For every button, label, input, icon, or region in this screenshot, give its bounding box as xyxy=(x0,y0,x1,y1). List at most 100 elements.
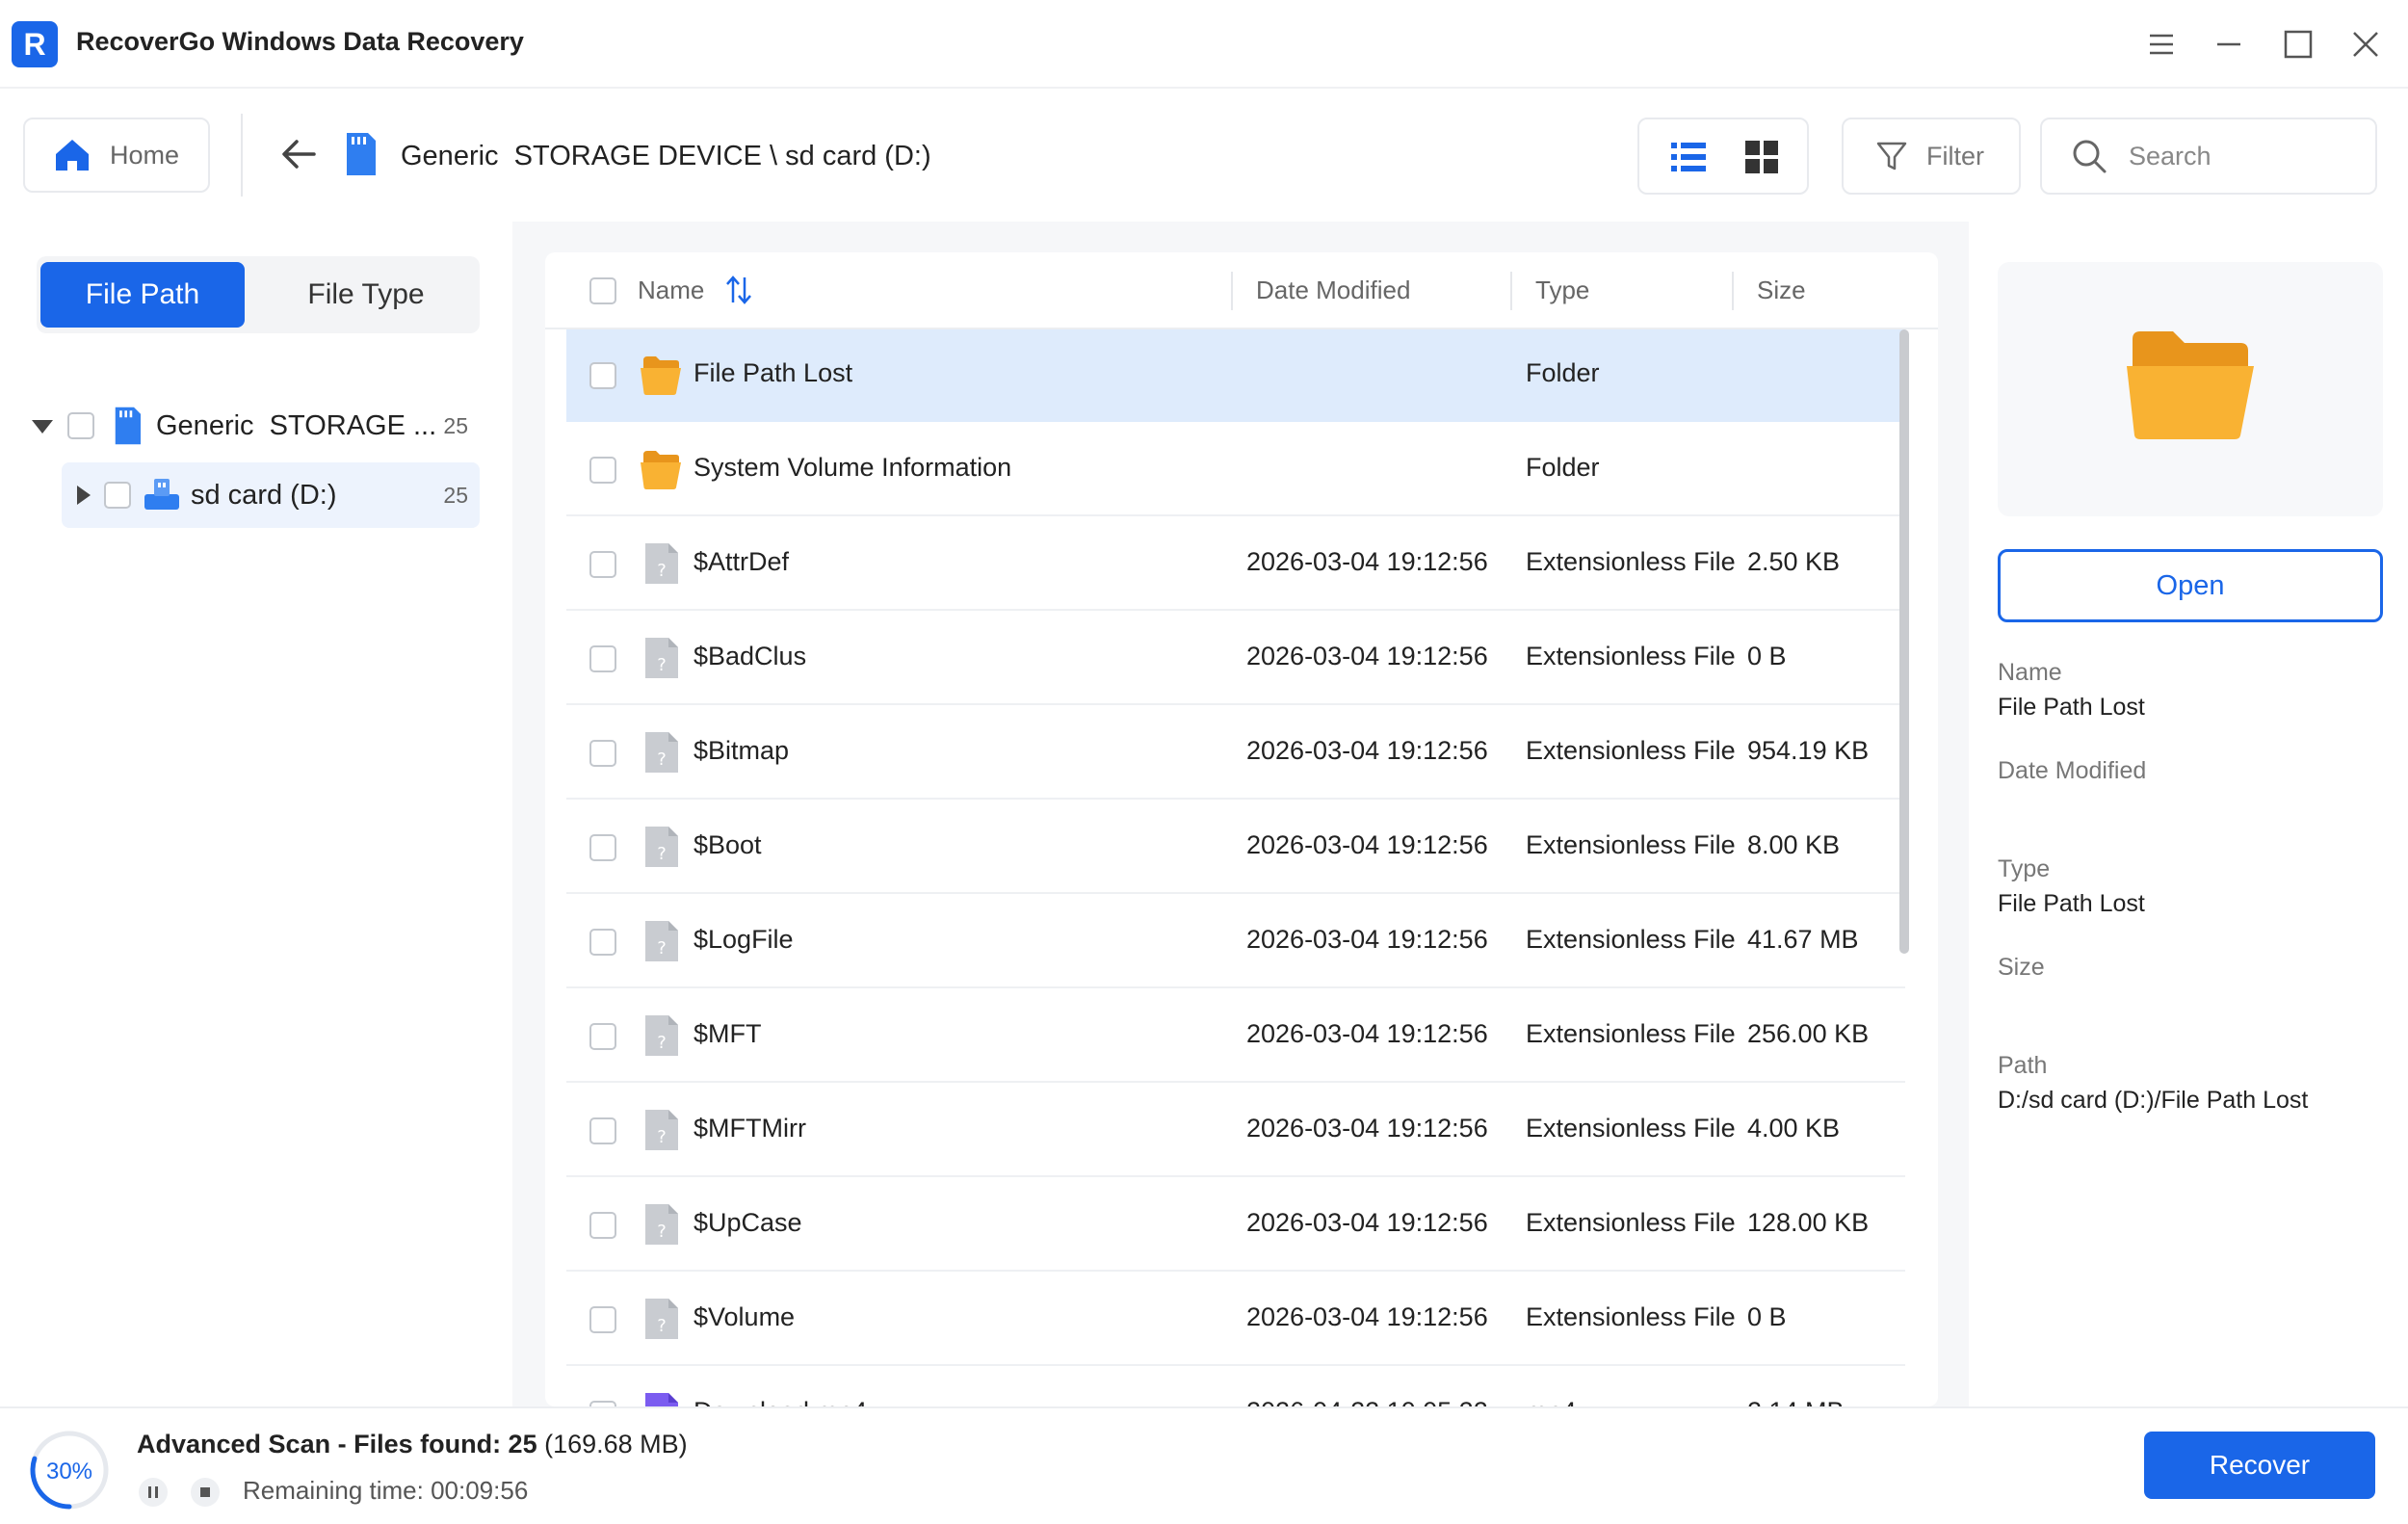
table-row[interactable]: Download.mp4 2026-04-22 10:05:22 mp4 2.14 M… xyxy=(566,1368,1905,1406)
preview-date-label: Date Modified xyxy=(1998,757,2147,784)
table-row[interactable]: System Volume Information Folder xyxy=(566,424,1905,516)
column-header-size[interactable]: Size xyxy=(1757,276,1806,305)
filter-icon xyxy=(1876,142,1907,171)
back-arrow-icon[interactable] xyxy=(275,131,322,177)
cell-size: 4.00 KB xyxy=(1747,1114,1841,1143)
maximize-icon[interactable] xyxy=(2275,21,2321,67)
remaining-time: Remaining time: 00:09:56 xyxy=(243,1476,529,1505)
cell-type: Folder xyxy=(1526,358,1600,387)
cell-date: 2026-03-04 19:12:56 xyxy=(1246,1019,1488,1048)
view-tabs: File Path File Type xyxy=(37,256,480,333)
sd-card-icon xyxy=(347,133,376,175)
home-label: Home xyxy=(110,140,180,170)
unknown-file-icon: ? xyxy=(645,543,678,584)
filter-button[interactable]: Filter xyxy=(1842,118,2021,195)
caret-down-icon[interactable] xyxy=(29,412,56,439)
tree-item-label: Generic STORAGE ... xyxy=(156,409,437,441)
preview-name-value: File Path Lost xyxy=(1998,694,2145,721)
row-checkbox[interactable] xyxy=(589,362,616,389)
table-row[interactable]: ? $LogFile 2026-03-04 19:12:56 Extensionles… xyxy=(566,896,1905,988)
table-row[interactable]: ? $AttrDef 2026-03-04 19:12:56 Extensionles… xyxy=(566,518,1905,611)
sd-card-icon xyxy=(115,407,141,445)
files-size: (169.68 MB) xyxy=(537,1430,688,1458)
caret-right-icon[interactable] xyxy=(71,482,94,509)
scan-mode: Advanced Scan - xyxy=(137,1430,354,1458)
cell-type: Extensionless File xyxy=(1526,736,1736,765)
list-view-icon[interactable] xyxy=(1668,137,1709,177)
cell-type: mp4 xyxy=(1526,1397,1577,1406)
preview-path-label: Path xyxy=(1998,1052,2048,1079)
open-button[interactable]: Open xyxy=(1998,549,2383,622)
svg-text:?: ? xyxy=(657,1222,667,1242)
tree-item-sd-card[interactable]: sd card (D:) 25 xyxy=(62,462,480,528)
tab-file-type[interactable]: File Type xyxy=(264,262,468,328)
row-checkbox[interactable] xyxy=(589,457,616,484)
search-input[interactable] xyxy=(2129,141,2360,171)
table-row[interactable]: ? $UpCase 2026-03-04 19:12:56 Extensionless… xyxy=(566,1179,1905,1272)
row-checkbox[interactable] xyxy=(589,1212,616,1239)
pause-icon xyxy=(148,1486,158,1498)
tree-checkbox[interactable] xyxy=(104,482,131,509)
cell-date: 2026-03-04 19:12:56 xyxy=(1246,925,1488,954)
folder-icon xyxy=(641,356,681,395)
tree-item-device[interactable]: Generic STORAGE ... 25 xyxy=(27,393,480,459)
scan-progress-ring: 30% xyxy=(30,1431,109,1510)
sort-icon[interactable] xyxy=(724,274,753,306)
cell-size: 8.00 KB xyxy=(1747,830,1841,859)
view-toggle xyxy=(1637,118,1809,195)
cell-size: 2.50 KB xyxy=(1747,547,1841,576)
row-checkbox[interactable] xyxy=(589,834,616,861)
tab-file-path[interactable]: File Path xyxy=(40,262,245,328)
cell-name: $Bitmap xyxy=(694,736,790,765)
cell-date: 2026-03-04 19:12:56 xyxy=(1246,736,1488,765)
preview-type-value: File Path Lost xyxy=(1998,890,2145,917)
table-row[interactable]: ? $Boot 2026-03-04 19:12:56 Extensionless F… xyxy=(566,801,1905,894)
unknown-file-icon: ? xyxy=(645,921,678,961)
recover-button[interactable]: Recover xyxy=(2144,1432,2375,1499)
preview-size-label: Size xyxy=(1998,954,2045,981)
row-checkbox[interactable] xyxy=(589,551,616,578)
cell-name: System Volume Information xyxy=(694,453,1012,482)
table-row[interactable]: ? $Bitmap 2026-03-04 19:12:56 Extensionless… xyxy=(566,707,1905,800)
column-header-type[interactable]: Type xyxy=(1535,276,1589,305)
row-checkbox[interactable] xyxy=(589,740,616,767)
table-header: Name Date Modified Type Size xyxy=(545,252,1938,329)
table-scrollbar[interactable] xyxy=(1899,329,1909,954)
table-row[interactable]: ? $MFT 2026-03-04 19:12:56 Extensionless Fi… xyxy=(566,990,1905,1083)
tree-item-count: 25 xyxy=(443,412,468,438)
svg-text:?: ? xyxy=(657,655,667,675)
table-row[interactable]: ? $Volume 2026-03-04 19:12:56 Extensionless… xyxy=(566,1274,1905,1366)
cell-type: Folder xyxy=(1526,453,1600,482)
table-body: File Path Lost Folder System Volume Inform… xyxy=(566,329,1905,1406)
svg-text:?: ? xyxy=(657,1033,667,1053)
cell-date: 2026-03-04 19:12:56 xyxy=(1246,547,1488,576)
row-checkbox[interactable] xyxy=(589,929,616,956)
cell-date: 2026-03-04 19:12:56 xyxy=(1246,1208,1488,1237)
close-icon[interactable] xyxy=(2343,21,2389,67)
pause-button[interactable] xyxy=(139,1478,168,1507)
select-all-checkbox[interactable] xyxy=(589,277,616,304)
table-row[interactable]: ? $MFTMirr 2026-03-04 19:12:56 Extensionles… xyxy=(566,1085,1905,1177)
row-checkbox[interactable] xyxy=(589,1306,616,1333)
menu-icon[interactable] xyxy=(2138,21,2185,67)
svg-text:?: ? xyxy=(657,749,667,770)
minimize-icon[interactable] xyxy=(2206,21,2252,67)
cell-name: $Volume xyxy=(694,1302,796,1331)
table-row[interactable]: ? $BadClus 2026-03-04 19:12:56 Extensionles… xyxy=(566,613,1905,705)
column-separator xyxy=(1231,272,1233,310)
app-logo-icon: R xyxy=(12,21,58,67)
row-checkbox[interactable] xyxy=(589,1117,616,1144)
stop-button[interactable] xyxy=(191,1478,220,1507)
unknown-file-icon: ? xyxy=(645,638,678,678)
svg-text:?: ? xyxy=(657,1316,667,1336)
row-checkbox[interactable] xyxy=(589,645,616,672)
column-header-date[interactable]: Date Modified xyxy=(1256,276,1410,305)
home-button[interactable]: Home xyxy=(23,118,210,193)
tree-checkbox[interactable] xyxy=(67,412,94,439)
grid-view-icon[interactable] xyxy=(1741,137,1782,177)
column-header-name[interactable]: Name xyxy=(638,276,704,305)
cell-type: Extensionless File xyxy=(1526,830,1736,859)
row-checkbox[interactable] xyxy=(589,1023,616,1050)
table-row[interactable]: File Path Lost Folder xyxy=(566,329,1905,422)
cell-size: 0 B xyxy=(1747,642,1787,670)
